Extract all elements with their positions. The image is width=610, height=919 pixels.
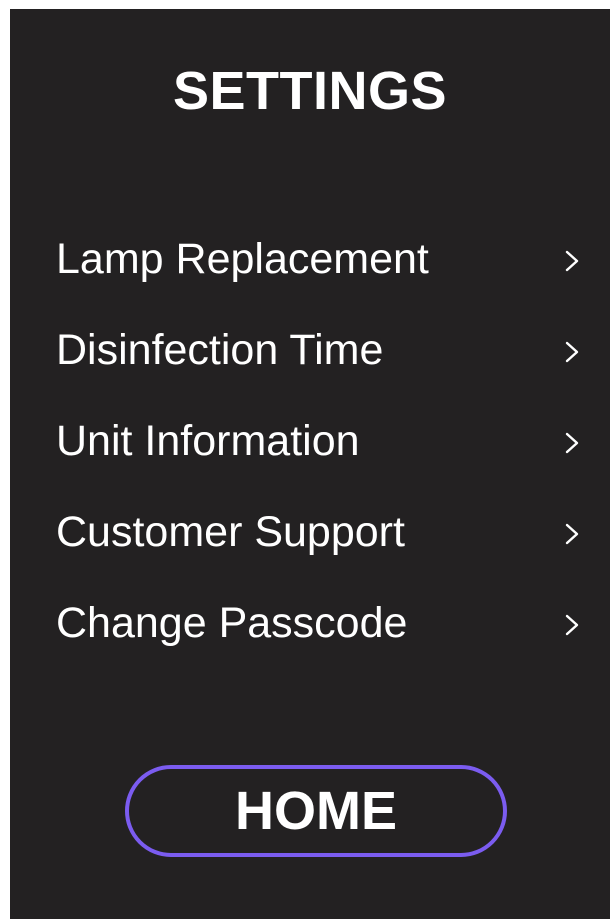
menu-item-label: Lamp Replacement: [56, 235, 429, 283]
menu-item-change-passcode[interactable]: Change Passcode: [10, 597, 610, 688]
chevron-right-icon: [562, 338, 582, 366]
settings-panel: SETTINGS Lamp Replacement Disinfection T…: [10, 9, 610, 919]
chevron-right-icon: [562, 520, 582, 548]
chevron-right-icon: [562, 247, 582, 275]
chevron-right-icon: [562, 429, 582, 457]
menu-item-label: Change Passcode: [56, 599, 408, 647]
menu-item-label: Disinfection Time: [56, 326, 384, 374]
home-button[interactable]: HOME: [125, 765, 507, 857]
menu-item-disinfection-time[interactable]: Disinfection Time: [10, 324, 610, 415]
settings-menu: Lamp Replacement Disinfection Time Unit …: [10, 233, 610, 688]
menu-item-customer-support[interactable]: Customer Support: [10, 506, 610, 597]
menu-item-label: Customer Support: [56, 508, 405, 556]
menu-item-lamp-replacement[interactable]: Lamp Replacement: [10, 233, 610, 324]
menu-item-unit-information[interactable]: Unit Information: [10, 415, 610, 506]
page-title: SETTINGS: [172, 61, 448, 121]
menu-item-label: Unit Information: [56, 417, 360, 465]
chevron-right-icon: [562, 611, 582, 639]
